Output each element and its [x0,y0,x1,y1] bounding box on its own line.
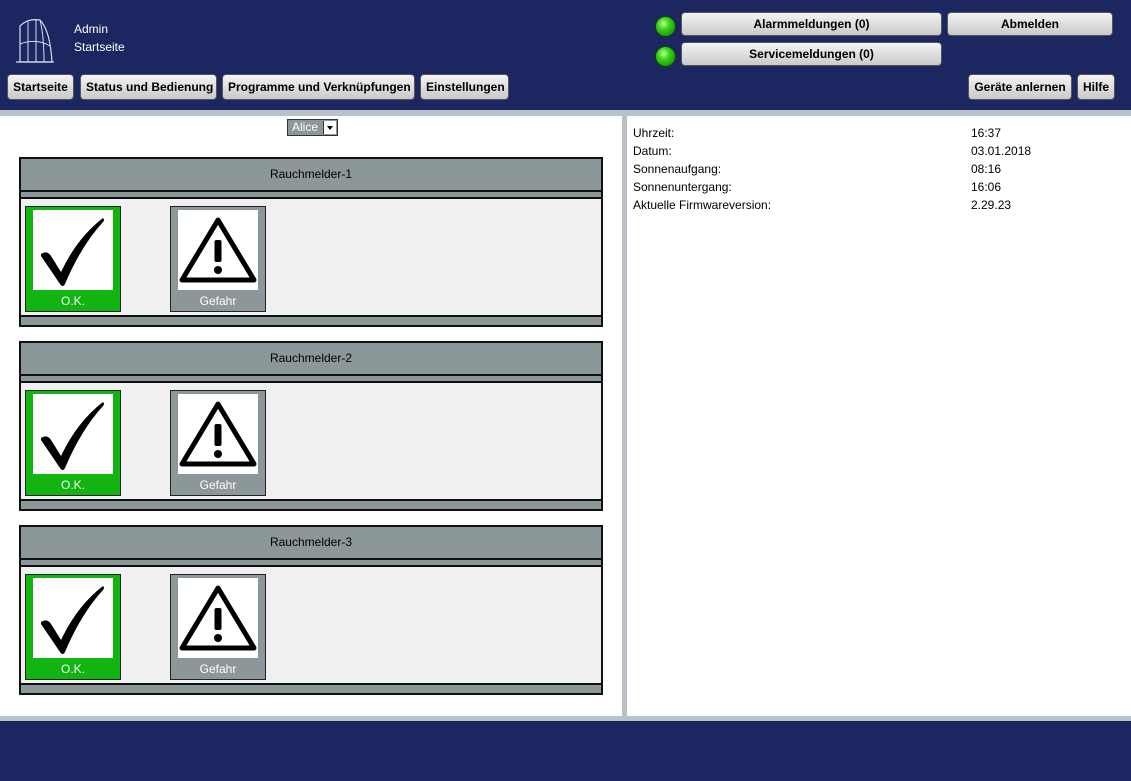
nav-programs-button[interactable]: Programme und Verknüpfungen [222,74,415,100]
device-card: Rauchmelder-3 O.K. Gefahr [19,525,603,695]
current-page: Startseite [74,40,125,54]
device-title: Rauchmelder-3 [21,527,601,560]
checkmark-icon [33,394,113,474]
header: Admin Startseite Alarmmeldungen (0) Abme… [0,0,1131,110]
nav-home-button[interactable]: Startseite [7,74,74,100]
ok-tile[interactable]: O.K. [25,206,121,312]
warning-triangle-icon [178,578,258,658]
info-value: 08:16 [971,162,1002,176]
logout-button[interactable]: Abmelden [947,12,1113,36]
danger-label: Gefahr [199,662,237,676]
service-status-led-icon [655,46,676,67]
info-label: Datum: [633,144,672,158]
user-name: Admin [74,22,109,36]
ok-label: O.K. [60,662,85,676]
device-card: Rauchmelder-2 O.K. Gefahr [19,341,603,511]
ok-tile[interactable]: O.K. [25,390,121,496]
service-messages-button[interactable]: Servicemeldungen (0) [681,42,942,66]
info-row-date: Datum: 03.01.2018 [633,142,1123,160]
system-info-table: Uhrzeit: 16:37 Datum: 03.01.2018 Sonnena… [633,124,1123,214]
user-info: Admin Startseite [74,20,125,56]
info-row-firmware: Aktuelle Firmwareversion: 2.29.23 [633,196,1123,214]
device-card: Rauchmelder-1 O.K. Gefahr [19,157,603,327]
checkmark-icon [33,578,113,658]
warning-triangle-icon [178,210,258,290]
favorites-select[interactable]: Alice [287,119,338,136]
danger-tile[interactable]: Gefahr [170,574,266,680]
info-value: 16:06 [971,180,1002,194]
chevron-down-icon[interactable] [323,121,336,134]
info-label: Sonnenuntergang: [633,180,732,194]
info-row-sunrise: Sonnenaufgang: 08:16 [633,160,1123,178]
alarm-messages-button[interactable]: Alarmmeldungen (0) [681,12,942,36]
ok-label: O.K. [60,478,85,492]
info-value: 16:37 [971,126,1002,140]
logo-icon [16,19,54,63]
danger-tile[interactable]: Gefahr [170,390,266,496]
danger-tile[interactable]: Gefahr [170,206,266,312]
ok-label: O.K. [60,294,85,308]
warning-triangle-icon [178,394,258,474]
danger-label: Gefahr [199,294,237,308]
nav-status-button[interactable]: Status und Bedienung [80,74,217,100]
alarm-status-led-icon [655,16,676,37]
ok-tile[interactable]: O.K. [25,574,121,680]
info-value: 2.29.23 [971,198,1012,212]
info-label: Uhrzeit: [633,126,675,140]
info-label: Aktuelle Firmwareversion: [633,198,772,212]
info-row-sunset: Sonnenuntergang: 16:06 [633,178,1123,196]
info-row-time: Uhrzeit: 16:37 [633,124,1123,142]
device-body: O.K. Gefahr [21,197,601,317]
device-body: O.K. Gefahr [21,381,601,501]
nav-help-button[interactable]: Hilfe [1077,74,1115,100]
info-value: 03.01.2018 [971,144,1032,158]
nav-teach-devices-button[interactable]: Geräte anlernen [968,74,1072,100]
device-body: O.K. Gefahr [21,565,601,685]
danger-label: Gefahr [199,478,237,492]
info-label: Sonnenaufgang: [633,162,722,176]
checkmark-icon [33,210,113,290]
favorites-select-value: Alice [292,120,319,134]
device-title: Rauchmelder-1 [21,159,601,192]
nav-settings-button[interactable]: Einstellungen [420,74,509,100]
device-title: Rauchmelder-2 [21,343,601,376]
